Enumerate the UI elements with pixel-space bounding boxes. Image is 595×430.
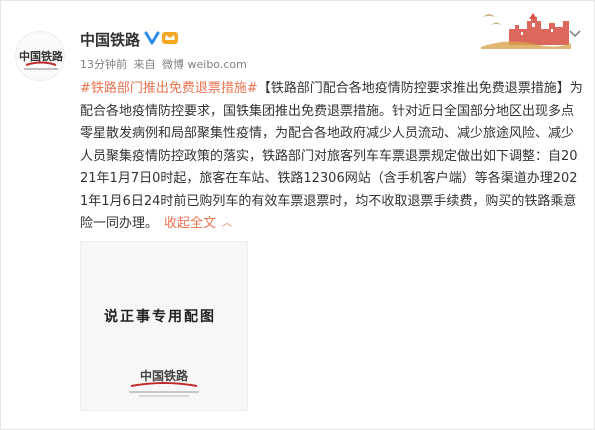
post-time[interactable]: 13分钟前 [80,58,127,71]
media-logo-text: 中国铁路 [140,368,189,383]
collapse-button[interactable]: 收起全文 ︿ [164,216,232,231]
post-content: #铁路部门推出免费退票措施#【铁路部门配合各地疫情防控要求推出免费退票措施】为配… [80,78,585,237]
great-wall-icon [479,7,571,49]
source-link[interactable]: 微博 weibo.com [162,58,247,71]
source-prefix: 来自 [133,58,156,71]
weibo-post-card: 中国铁路 中国铁路 13分钟前 来自 微博 weibo.com #铁路部门推出免… [0,0,595,430]
avatar-logo-text: 中国铁路 [19,49,64,63]
railway-logo-icon: 中国铁路 [119,362,209,400]
collapse-label: 收起全文 [164,216,217,231]
image-caption: 说正事专用配图 [104,309,216,325]
vip-crown-icon [162,32,178,44]
chevron-up-icon: ︿ [222,218,233,229]
author-name[interactable]: 中国铁路 [80,29,140,50]
avatar[interactable]: 中国铁路 [15,31,65,81]
post-body: 【铁路部门配合各地疫情防控要求推出免费退票措施】为配合各地疫情防控要求，国铁集团… [80,81,583,231]
post-image[interactable]: 说正事专用配图 中国铁路 [80,241,248,411]
topic-link[interactable]: #铁路部门推出免费退票措施# [80,81,258,96]
chevron-down-icon[interactable] [568,29,582,39]
post-meta: 13分钟前 来自 微博 weibo.com [80,56,250,72]
verified-badge-icon [144,31,160,45]
